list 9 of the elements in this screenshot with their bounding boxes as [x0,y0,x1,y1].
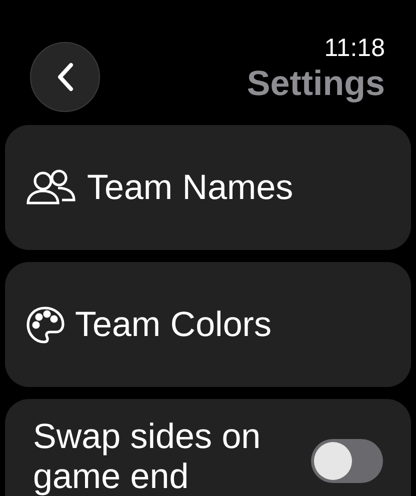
people-icon [25,168,77,208]
palette-icon [25,304,65,344]
settings-row[interactable]: Team Colors [5,262,411,387]
clock-time: 11:18 [324,34,385,62]
toggle-switch[interactable] [311,439,383,483]
row-label: Swap sides on game end [33,417,262,496]
screen-title: Settings [246,63,385,105]
back-icon [56,62,74,92]
settings-row[interactable]: Team Names [5,125,411,250]
